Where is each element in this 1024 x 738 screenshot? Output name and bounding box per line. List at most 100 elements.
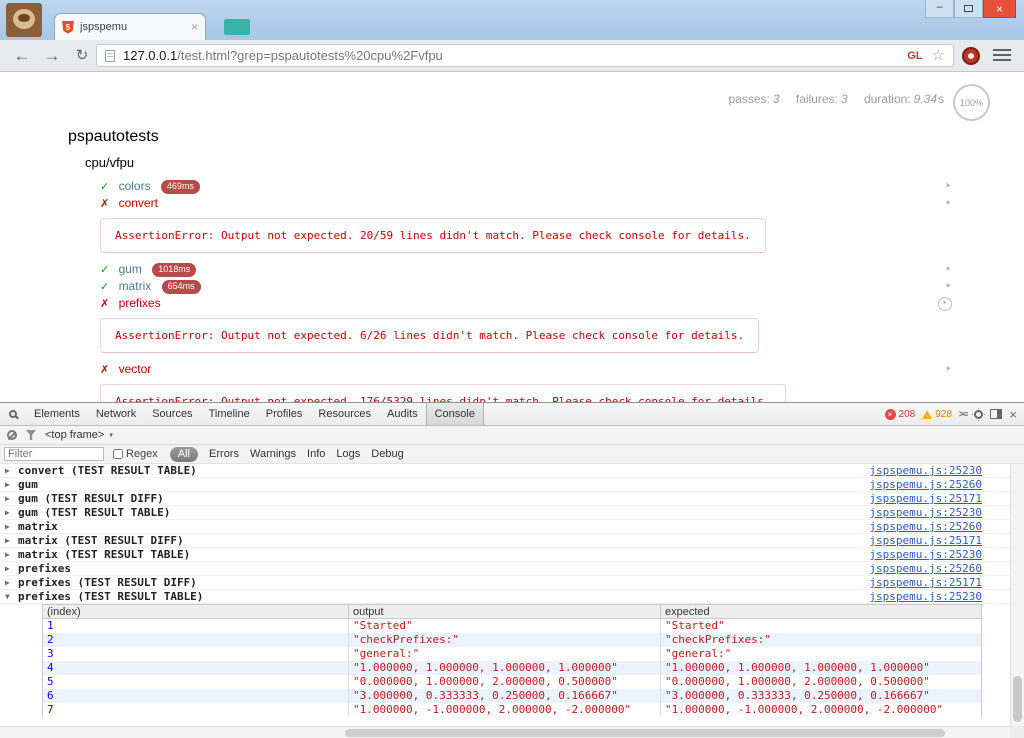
log-level-filter[interactable]: All: [170, 447, 198, 462]
source-link[interactable]: jspspemu.js:25230: [869, 590, 982, 604]
console-log-row[interactable]: ▶ gum (TEST RESULT DIFF) jspspemu.js:251…: [0, 492, 1010, 506]
test-name[interactable]: prefixes: [119, 296, 161, 310]
vertical-scrollbar[interactable]: [1010, 464, 1024, 726]
clear-console-icon[interactable]: [7, 430, 17, 440]
devtools-tab[interactable]: Sources: [144, 403, 200, 425]
console-log-row[interactable]: ▶ matrix (TEST RESULT TABLE) jspspemu.js…: [0, 548, 1010, 562]
page-icon[interactable]: [105, 50, 115, 62]
disclosure-triangle-icon[interactable]: ▶: [5, 534, 10, 548]
log-level-filter[interactable]: Warnings: [250, 448, 296, 460]
browser-tab[interactable]: 5 jspspemu ×: [54, 13, 206, 40]
console-filter-input[interactable]: [4, 447, 104, 461]
replay-icon[interactable]: ‣: [938, 297, 952, 311]
console-log-row[interactable]: ▶ gum jspspemu.js:25260: [0, 478, 1010, 492]
table-header-index[interactable]: (index): [43, 605, 349, 618]
devtools-tab[interactable]: Profiles: [258, 403, 311, 425]
disclosure-triangle-icon[interactable]: ▶: [5, 464, 10, 478]
dock-side-icon[interactable]: [990, 409, 1002, 419]
bookmark-star-icon[interactable]: ☆: [932, 48, 945, 63]
console-log-row[interactable]: ▶ matrix jspspemu.js:25260: [0, 520, 1010, 534]
regex-toggle[interactable]: Regex: [113, 448, 158, 460]
disclosure-triangle-icon[interactable]: ▶: [5, 520, 10, 534]
disclosure-triangle-icon[interactable]: ▶: [5, 548, 10, 562]
test-row: ✓ matrix 654ms ‣: [100, 278, 952, 295]
back-button[interactable]: ←: [10, 44, 34, 68]
maximize-button[interactable]: [954, 0, 983, 18]
replay-icon[interactable]: ‣: [945, 263, 952, 276]
devtools-close-icon[interactable]: ×: [1009, 408, 1017, 421]
console-log-row[interactable]: ▶ gum (TEST RESULT TABLE) jspspemu.js:25…: [0, 506, 1010, 520]
frame-selector[interactable]: <top frame>▾: [45, 429, 113, 441]
disclosure-triangle-icon[interactable]: ▼: [5, 590, 10, 604]
test-name[interactable]: gum: [119, 262, 142, 276]
new-tab-button[interactable]: [224, 19, 250, 35]
source-link[interactable]: jspspemu.js:25260: [869, 562, 982, 576]
inspect-element-button[interactable]: [0, 403, 26, 425]
disclosure-triangle-icon[interactable]: ▶: [5, 562, 10, 576]
menu-icon[interactable]: [993, 49, 1011, 62]
close-button[interactable]: ×: [983, 0, 1016, 18]
warning-count-badge[interactable]: 928: [922, 409, 952, 420]
log-level-filter[interactable]: Errors: [209, 448, 239, 460]
console-log-row[interactable]: ▶ prefixes jspspemu.js:25260: [0, 562, 1010, 576]
error-count-badge[interactable]: ×208: [885, 409, 916, 420]
devtools-tab[interactable]: Elements: [26, 403, 88, 425]
devtools-tab[interactable]: Audits: [379, 403, 426, 425]
console-drawer-icon[interactable]: >≡: [959, 409, 968, 419]
log-label: gum (TEST RESULT TABLE): [18, 506, 170, 519]
source-link[interactable]: jspspemu.js:25171: [869, 492, 982, 506]
test-name[interactable]: colors: [119, 179, 151, 193]
source-link[interactable]: jspspemu.js:25230: [869, 506, 982, 520]
test-name[interactable]: convert: [119, 196, 158, 210]
duration-badge: 654ms: [162, 280, 201, 294]
test-name[interactable]: matrix: [119, 279, 152, 293]
devtools-tab[interactable]: Console: [426, 403, 484, 425]
log-level-filter[interactable]: Debug: [371, 448, 403, 460]
replay-icon[interactable]: ‣: [945, 280, 952, 293]
source-link[interactable]: jspspemu.js:25171: [869, 534, 982, 548]
source-link[interactable]: jspspemu.js:25230: [869, 464, 982, 478]
devtools-tabs: Elements Network Sources Timeline Profil…: [26, 403, 484, 425]
subsuite-title[interactable]: cpu/vfpu: [85, 155, 1024, 170]
omnibox[interactable]: 127.0.0.1/test.html?grep=pspautotests%20…: [96, 44, 954, 67]
console-log-row[interactable]: ▶ convert (TEST RESULT TABLE) jspspemu.j…: [0, 464, 1010, 478]
gl-page-action-badge[interactable]: GL: [907, 50, 922, 62]
profile-avatar[interactable]: [6, 3, 42, 37]
minimize-button[interactable]: –: [925, 0, 954, 18]
source-link[interactable]: jspspemu.js:25260: [869, 478, 982, 492]
reload-button[interactable]: ↻: [70, 44, 94, 68]
source-link[interactable]: jspspemu.js:25171: [869, 576, 982, 590]
devtools-tab[interactable]: Timeline: [201, 403, 258, 425]
tab-close-icon[interactable]: ×: [191, 21, 198, 33]
settings-gear-icon[interactable]: [974, 410, 983, 419]
console-log-row[interactable]: ▼ prefixes (TEST RESULT TABLE) jspspemu.…: [0, 590, 1010, 604]
suite-title[interactable]: pspautotests: [68, 128, 1024, 146]
devtools-tab[interactable]: Resources: [310, 403, 379, 425]
extension-icon[interactable]: [962, 47, 980, 65]
horizontal-scrollbar[interactable]: [0, 726, 1010, 738]
console-log-row[interactable]: ▶ matrix (TEST RESULT DIFF) jspspemu.js:…: [0, 534, 1010, 548]
forward-button[interactable]: →: [40, 44, 64, 68]
regex-checkbox[interactable]: [113, 449, 123, 459]
replay-icon[interactable]: ‣: [945, 180, 952, 193]
log-level-filter[interactable]: Logs: [336, 448, 360, 460]
log-level-filter[interactable]: Info: [307, 448, 325, 460]
disclosure-triangle-icon[interactable]: ▶: [5, 478, 10, 492]
disclosure-triangle-icon[interactable]: ▶: [5, 506, 10, 520]
vertical-scrollbar-thumb[interactable]: [1013, 676, 1022, 722]
table-header-output[interactable]: output: [349, 605, 661, 618]
horizontal-scrollbar-thumb[interactable]: [345, 729, 945, 737]
console-log-row[interactable]: ▶ prefixes (TEST RESULT DIFF) jspspemu.j…: [0, 576, 1010, 590]
disclosure-triangle-icon[interactable]: ▶: [5, 576, 10, 590]
test-title-line: ✗ vector ‣: [100, 361, 952, 378]
filter-funnel-icon[interactable]: [26, 430, 36, 440]
source-link[interactable]: jspspemu.js:25260: [869, 520, 982, 534]
table-header-expected[interactable]: expected: [661, 605, 981, 618]
devtools-tab[interactable]: Network: [88, 403, 144, 425]
test-name[interactable]: vector: [119, 362, 152, 376]
source-link[interactable]: jspspemu.js:25230: [869, 548, 982, 562]
table-cell-expected: "checkPrefixes:": [661, 633, 981, 647]
replay-icon[interactable]: ‣: [945, 197, 952, 210]
disclosure-triangle-icon[interactable]: ▶: [5, 492, 10, 506]
replay-icon[interactable]: ‣: [945, 363, 952, 376]
